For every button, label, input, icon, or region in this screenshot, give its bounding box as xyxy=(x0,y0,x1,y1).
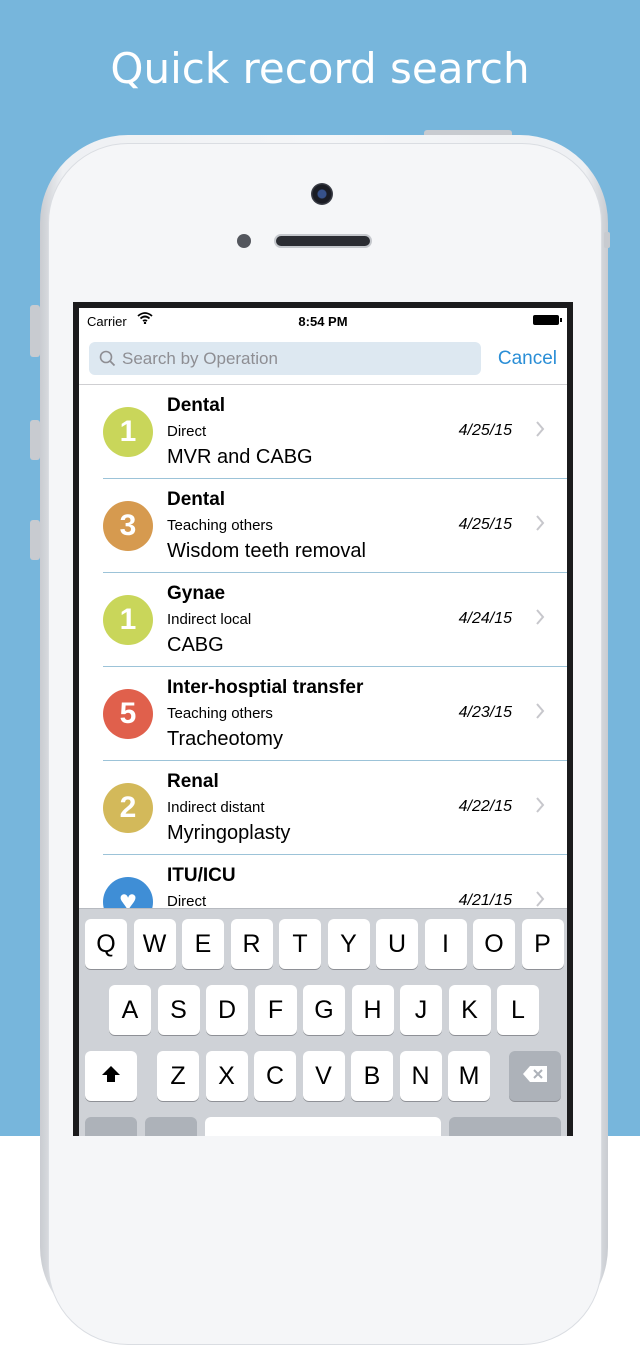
count-badge: 5 xyxy=(103,689,153,739)
count-badge: 3 xyxy=(103,501,153,551)
record-operation: CABG xyxy=(167,634,224,656)
key-i[interactable]: I xyxy=(424,919,467,969)
record-date: 4/23/15 xyxy=(458,704,512,721)
record-title: Inter-hosptial transfer xyxy=(167,677,364,698)
shift-icon xyxy=(102,1066,120,1082)
count-badge: 1 xyxy=(103,595,153,645)
key-z[interactable]: Z xyxy=(157,1051,199,1101)
list-item[interactable]: 3 Dental Teaching others Wisdom teeth remov… xyxy=(79,479,567,573)
chevron-right-icon xyxy=(535,797,545,818)
numbers-key[interactable] xyxy=(85,1117,137,1136)
status-bar: Carrier 8:54 PM xyxy=(79,308,567,334)
keyboard: QWERTYUIOP ASDFGHJKL ZXCVBNM xyxy=(79,908,567,1136)
shift-key[interactable] xyxy=(85,1051,137,1101)
key-t[interactable]: T xyxy=(279,919,321,969)
side-notch xyxy=(604,232,610,248)
key-x[interactable]: X xyxy=(205,1051,248,1101)
key-y[interactable]: Y xyxy=(327,919,370,969)
record-operation: Wisdom teeth removal xyxy=(167,540,366,562)
key-n[interactable]: N xyxy=(399,1051,442,1101)
record-title: Renal xyxy=(167,771,219,792)
list-item[interactable]: 5 Inter-hosptial transfer Teaching others T… xyxy=(79,667,567,761)
key-u[interactable]: U xyxy=(376,919,418,969)
front-camera xyxy=(311,183,333,205)
record-date: 4/22/15 xyxy=(458,798,512,815)
key-a[interactable]: A xyxy=(109,985,151,1035)
key-f[interactable]: F xyxy=(254,985,297,1035)
key-c[interactable]: C xyxy=(254,1051,296,1101)
record-subtitle: Teaching others xyxy=(167,705,273,722)
delete-key[interactable] xyxy=(509,1051,561,1101)
list-item[interactable]: 1 Gynae Indirect local CABG 4/24/15 xyxy=(79,573,567,667)
key-d[interactable]: D xyxy=(206,985,248,1035)
key-e[interactable]: E xyxy=(182,919,224,969)
backspace-icon xyxy=(523,1066,547,1082)
record-subtitle: Teaching others xyxy=(167,517,273,534)
volume-up-button xyxy=(30,420,40,460)
chevron-right-icon xyxy=(535,515,545,536)
search-bar: Cancel xyxy=(79,334,567,385)
search-key[interactable] xyxy=(449,1117,561,1136)
count-badge: 1 xyxy=(103,407,153,457)
app-screen: Carrier 8:54 PM Cancel 1 Dental Direct MVR … xyxy=(79,308,567,1136)
key-m[interactable]: M xyxy=(448,1051,490,1101)
record-title: Dental xyxy=(167,489,226,510)
proximity-sensor xyxy=(237,234,251,248)
cancel-button[interactable]: Cancel xyxy=(498,348,557,370)
search-icon xyxy=(99,350,116,372)
record-operation: Tracheotomy xyxy=(167,728,283,750)
key-k[interactable]: K xyxy=(448,985,491,1035)
key-h[interactable]: H xyxy=(351,985,394,1035)
record-date: 4/24/15 xyxy=(458,610,512,627)
record-date: 4/25/15 xyxy=(458,516,512,533)
count-badge: 2 xyxy=(103,783,153,833)
headline: Quick record search xyxy=(110,44,530,93)
record-subtitle: Direct xyxy=(167,423,207,440)
record-operation: Myringoplasty xyxy=(167,822,291,844)
record-subtitle: Indirect distant xyxy=(167,799,265,816)
key-j[interactable]: J xyxy=(400,985,442,1035)
space-key[interactable] xyxy=(205,1117,441,1136)
record-title: ITU/ICU xyxy=(167,865,236,886)
record-operation: MVR and CABG xyxy=(167,446,313,468)
list-item[interactable]: 2 Renal Indirect distant Myringoplasty 4/22/… xyxy=(79,761,567,855)
key-w[interactable]: W xyxy=(133,919,176,969)
key-q[interactable]: Q xyxy=(85,919,127,969)
earpiece-speaker xyxy=(274,234,372,248)
clock: 8:54 PM xyxy=(298,314,348,329)
key-b[interactable]: B xyxy=(351,1051,393,1101)
volume-down-button xyxy=(30,520,40,560)
mute-switch xyxy=(30,305,40,357)
record-date: 4/25/15 xyxy=(458,422,512,439)
list-item[interactable]: 1 Dental Direct MVR and CABG 4/25/15 xyxy=(79,385,567,479)
key-v[interactable]: V xyxy=(302,1051,345,1101)
key-o[interactable]: O xyxy=(473,919,515,969)
chevron-right-icon xyxy=(535,609,545,630)
key-p[interactable]: P xyxy=(521,919,564,969)
record-title: Dental xyxy=(167,395,226,416)
search-field[interactable] xyxy=(89,342,481,375)
chevron-right-icon xyxy=(535,703,545,724)
battery-icon xyxy=(533,315,562,325)
search-input[interactable] xyxy=(122,342,472,375)
key-l[interactable]: L xyxy=(497,985,539,1035)
key-r[interactable]: R xyxy=(230,919,273,969)
key-g[interactable]: G xyxy=(303,985,345,1035)
chevron-right-icon xyxy=(535,421,545,442)
record-subtitle: Indirect local xyxy=(167,611,252,628)
emoji-key[interactable] xyxy=(145,1117,197,1136)
record-list: 1 Dental Direct MVR and CABG 4/25/15 3 Dental T… xyxy=(79,385,567,949)
key-s[interactable]: S xyxy=(157,985,200,1035)
record-title: Gynae xyxy=(167,583,226,604)
